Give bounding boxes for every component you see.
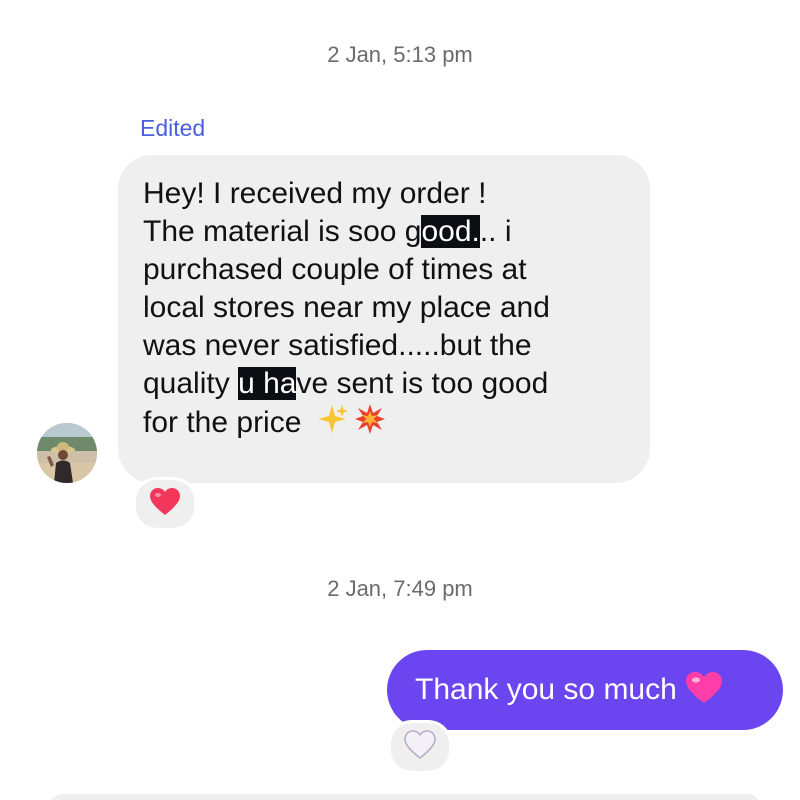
timestamp: 2 Jan, 7:49 pm <box>327 576 473 601</box>
avatar[interactable] <box>37 423 97 483</box>
edited-label: Edited <box>140 115 206 141</box>
message-line: The material is soo good... i <box>143 213 630 251</box>
message-line: for the price ✨💥 <box>143 403 630 445</box>
heart-emoji-icon <box>685 671 723 709</box>
red-heart-icon <box>149 487 181 521</box>
message-text: for the price <box>143 405 302 439</box>
reaction-badge[interactable] <box>388 720 452 774</box>
message-line: was never satisfied.....but the <box>143 329 532 362</box>
reaction-badge[interactable] <box>133 477 197 531</box>
outgoing-message-bubble[interactable]: Thank you so much <box>387 650 783 730</box>
message-text: ve sent is too good <box>296 367 549 400</box>
sparkles-icon: ✨💥 <box>317 403 386 445</box>
incoming-message-bubble[interactable]: Hey! I received my order ! The material … <box>118 155 650 483</box>
message-text: Thank you so much <box>415 673 677 706</box>
white-heart-icon <box>404 730 436 764</box>
text-selection-highlight: u ha <box>238 367 297 400</box>
message-line: purchased couple of times at <box>143 253 527 286</box>
timestamp: 2 Jan, 5:13 pm <box>327 42 473 67</box>
message-line: Hey! I received my order ! <box>143 177 487 210</box>
message-text: The material is soo g <box>143 215 422 248</box>
message-line: local stores near my place and <box>143 291 550 324</box>
text-selection-highlight: ood. <box>421 215 480 248</box>
message-composer[interactable] <box>48 794 762 800</box>
message-line: quality u have sent is too good <box>143 365 630 403</box>
chat-screen: 2 Jan, 5:13 pm Edited Hey! I received my… <box>0 0 800 800</box>
message-text: quality <box>143 367 239 400</box>
message-text: .. i <box>479 215 512 248</box>
